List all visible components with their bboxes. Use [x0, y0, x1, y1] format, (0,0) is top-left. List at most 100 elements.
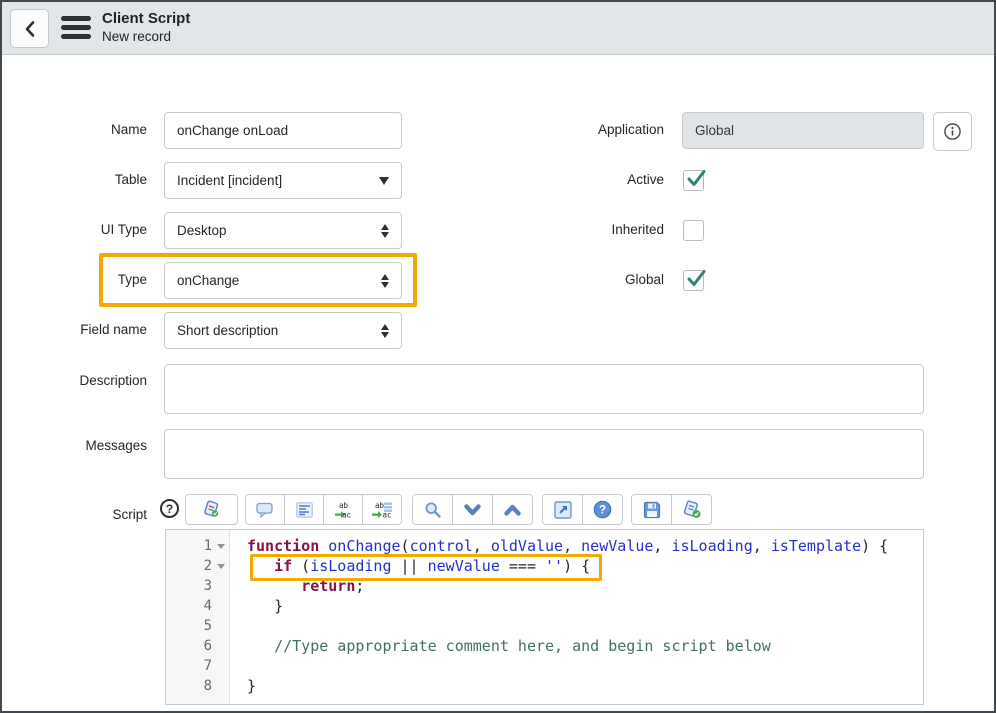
line-number[interactable]: 6	[166, 636, 229, 656]
gutter-lines: 12345678	[166, 530, 230, 704]
type-label: Type	[22, 272, 147, 287]
fold-arrow-icon[interactable]	[217, 564, 225, 569]
ui-type-value: Desktop	[177, 223, 227, 238]
global-label: Global	[482, 272, 664, 287]
line-number[interactable]: 8	[166, 676, 229, 696]
svg-text:ac: ac	[383, 510, 392, 519]
page-title: Client Script	[102, 10, 190, 27]
chevron-down-icon	[379, 177, 389, 185]
table-select[interactable]: Incident [incident]	[164, 162, 402, 199]
checkmark-icon	[685, 268, 708, 289]
name-label: Name	[22, 122, 147, 137]
page-subtitle: New record	[102, 29, 171, 44]
messages-label: Messages	[22, 438, 147, 453]
chevron-up-icon	[504, 504, 521, 516]
script-help-icon[interactable]: ?	[160, 499, 179, 518]
application-label: Application	[482, 122, 664, 137]
script-label: Script	[22, 507, 147, 522]
replace-all-button[interactable]: ab ac	[362, 494, 402, 525]
line-number[interactable]: 3	[166, 576, 229, 596]
application-info-button[interactable]	[933, 112, 972, 151]
application-field: Global	[682, 112, 924, 149]
script-editor[interactable]: 12345678 function onChange(control, oldV…	[165, 529, 924, 705]
line-number[interactable]: 1	[166, 536, 229, 556]
description-label: Description	[22, 373, 147, 388]
table-label: Table	[22, 172, 147, 187]
field-name-select[interactable]: Short description	[164, 312, 402, 349]
floppy-save-icon	[643, 501, 661, 519]
type-select[interactable]: onChange	[164, 262, 402, 299]
script-editor-toggle-button[interactable]	[185, 494, 238, 525]
comment-bubble-icon	[256, 502, 274, 518]
checkmark-icon	[685, 168, 708, 189]
find-previous-button[interactable]	[492, 494, 533, 525]
active-checkbox[interactable]	[683, 170, 704, 191]
code-line[interactable]: if (isLoading || newValue === '') {	[247, 556, 921, 576]
code-line[interactable]: }	[247, 596, 921, 616]
application-value: Global	[695, 123, 734, 138]
select-spinner-icon	[381, 224, 389, 238]
format-lines-icon	[296, 502, 313, 518]
ui-type-select[interactable]: Desktop	[164, 212, 402, 249]
svg-text:ac: ac	[342, 510, 351, 519]
search-button[interactable]	[412, 494, 453, 525]
search-icon	[424, 501, 442, 519]
toggle-comment-button[interactable]	[245, 494, 285, 525]
line-number[interactable]: 2	[166, 556, 229, 576]
fold-arrow-icon[interactable]	[217, 544, 225, 549]
chevron-down-icon	[464, 504, 481, 516]
replace-icon: ab ac	[333, 501, 353, 519]
code-line[interactable]	[247, 616, 921, 636]
code-line[interactable]: function onChange(control, oldValue, new…	[247, 536, 921, 556]
code-line[interactable]: }	[247, 676, 921, 696]
help-question-icon: ?	[593, 500, 612, 519]
toolbar-group-save	[631, 494, 712, 525]
editor-help-button[interactable]: ?	[582, 494, 623, 525]
toolbar-group-search	[412, 494, 533, 525]
ui-type-label: UI Type	[22, 222, 147, 237]
script-icon	[202, 500, 221, 519]
context-menu-icon[interactable]	[61, 16, 91, 43]
line-number[interactable]: 7	[166, 656, 229, 676]
select-spinner-icon	[381, 324, 389, 338]
back-chevron-icon	[21, 19, 39, 39]
line-number[interactable]: 4	[166, 596, 229, 616]
form-header: Client Script New record	[2, 2, 994, 55]
replace-button[interactable]: ab ac	[323, 494, 363, 525]
inherited-label: Inherited	[482, 222, 664, 237]
svg-text:ab: ab	[375, 501, 385, 510]
table-value: Incident [incident]	[177, 173, 282, 188]
syntax-check-icon	[682, 500, 702, 519]
description-textarea[interactable]	[164, 364, 924, 414]
toolbar-group-window: ?	[542, 494, 623, 525]
field-name-label: Field name	[22, 322, 147, 337]
select-spinner-icon	[381, 274, 389, 288]
client-script-form: Client Script New record Name Table UI T…	[0, 0, 996, 713]
messages-textarea[interactable]	[164, 429, 924, 479]
line-number[interactable]: 5	[166, 616, 229, 636]
toolbar-group-edit: ab ac ab ac	[245, 494, 402, 525]
svg-text:ab: ab	[339, 501, 349, 510]
open-in-new-window-button[interactable]	[542, 494, 583, 525]
format-code-button[interactable]	[284, 494, 324, 525]
toolbar-group-script	[185, 494, 238, 525]
info-icon	[943, 122, 962, 141]
inherited-checkbox[interactable]	[683, 220, 704, 241]
name-input[interactable]: onChange onLoad	[164, 112, 402, 149]
type-value: onChange	[177, 273, 239, 288]
field-name-value: Short description	[177, 323, 278, 338]
svg-text:?: ?	[599, 505, 606, 517]
back-button[interactable]	[10, 9, 49, 48]
find-next-button[interactable]	[452, 494, 493, 525]
active-label: Active	[482, 172, 664, 187]
replace-all-icon: ab ac	[371, 501, 393, 519]
code-lines[interactable]: function onChange(control, oldValue, new…	[247, 536, 921, 704]
global-checkbox[interactable]	[683, 270, 704, 291]
name-value: onChange onLoad	[177, 123, 288, 138]
popout-arrow-icon	[554, 501, 572, 519]
code-line[interactable]	[247, 656, 921, 676]
code-line[interactable]: return;	[247, 576, 921, 596]
save-button[interactable]	[631, 494, 672, 525]
check-syntax-button[interactable]	[671, 494, 712, 525]
code-line[interactable]: //Type appropriate comment here, and beg…	[247, 636, 921, 656]
